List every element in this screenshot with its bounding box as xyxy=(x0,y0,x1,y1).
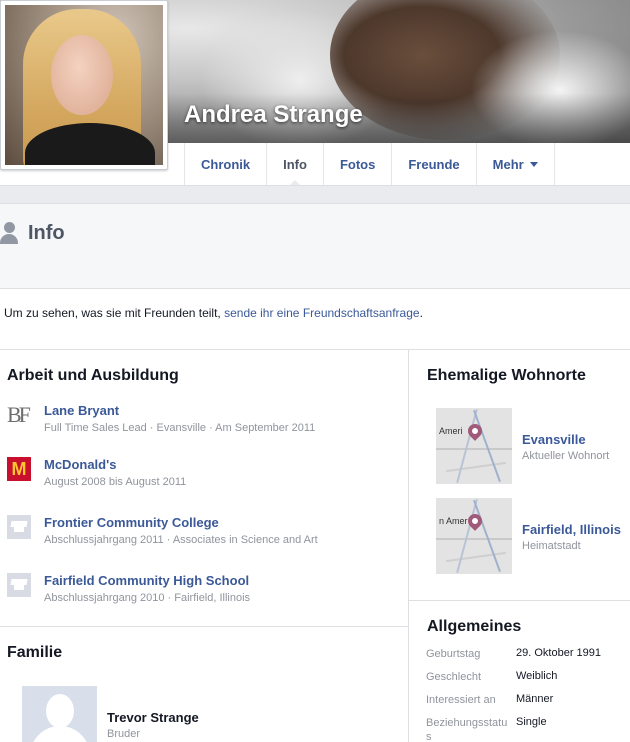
school-details: Abschlussjahrgang 2010 · Fairfield, Illi… xyxy=(44,592,251,604)
school-details: Abschlussjahrgang 2011 · Associates in S… xyxy=(44,534,318,546)
school-icon[interactable] xyxy=(7,515,31,539)
field-value: 29. Oktober 1991 xyxy=(516,647,602,659)
work-details: August 2008 bis August 2011 xyxy=(44,476,187,488)
friend-request-notice: Um zu sehen, was sie mit Freunden teilt,… xyxy=(4,306,423,320)
place-fairfield: n Amer Fairfield, Illinois Heimatstadt xyxy=(436,498,626,574)
tab-freunde[interactable]: Freunde xyxy=(392,143,477,185)
general-title: Allgemeines xyxy=(427,618,522,635)
place-evansville: Ameri Evansville Aktueller Wohnort xyxy=(436,408,626,484)
work-name[interactable]: McDonald's xyxy=(44,457,116,472)
place-type: Aktueller Wohnort xyxy=(522,450,610,462)
map-thumbnail[interactable]: Ameri xyxy=(436,408,512,484)
field-value: Single xyxy=(516,716,547,728)
info-title: Info xyxy=(28,222,65,244)
tab-mehr[interactable]: Mehr xyxy=(477,143,555,185)
school-name[interactable]: Fairfield Community High School xyxy=(44,573,249,588)
caret-down-icon xyxy=(529,161,538,167)
info-header: Info xyxy=(0,185,630,289)
family-member-name[interactable]: Trevor Strange xyxy=(107,710,199,725)
work-details: Full Time Sales Lead · Evansville · Am S… xyxy=(44,422,316,434)
profile-picture[interactable] xyxy=(0,0,168,170)
divider xyxy=(408,600,630,601)
place-name[interactable]: Fairfield, Illinois xyxy=(522,522,621,537)
friend-request-link[interactable]: sende ihr eine Freundschaftsanfrage xyxy=(224,306,419,320)
divider xyxy=(0,349,630,350)
map-thumbnail[interactable]: n Amer xyxy=(436,498,512,574)
field-label: Geschlecht xyxy=(426,671,482,683)
person-icon xyxy=(0,222,18,244)
profile-tabs: Chronik Info Fotos Freunde Mehr xyxy=(184,143,555,186)
school-name[interactable]: Frontier Community College xyxy=(44,515,219,530)
tab-chronik[interactable]: Chronik xyxy=(185,143,268,185)
field-value: Weiblich xyxy=(516,670,558,682)
field-label: Beziehungsstatus xyxy=(426,717,508,742)
work-item-lane-bryant: BF Lane Bryant Full Time Sales Lead · Ev… xyxy=(7,403,397,443)
work-item-mcdonalds: M McDonald's August 2008 bis August 2011 xyxy=(7,457,397,497)
field-value: Männer xyxy=(516,693,554,705)
place-type: Heimatstadt xyxy=(522,540,581,552)
mcdonalds-logo[interactable]: M xyxy=(7,457,31,481)
column-divider xyxy=(408,349,409,742)
place-name[interactable]: Evansville xyxy=(522,432,586,447)
lane-bryant-logo[interactable]: BF xyxy=(7,403,31,427)
field-label: Geburtstag xyxy=(426,648,481,660)
tab-info[interactable]: Info xyxy=(267,143,324,186)
family-member-relation: Bruder xyxy=(107,728,141,740)
education-item-fairfield: Fairfield Community High School Abschlus… xyxy=(7,573,397,613)
profile-name[interactable]: Andrea Strange xyxy=(184,101,363,129)
family-title: Familie xyxy=(7,644,63,661)
education-item-frontier: Frontier Community College Abschlussjahr… xyxy=(7,515,397,555)
field-label: Interessiert an xyxy=(426,694,496,706)
school-icon[interactable] xyxy=(7,573,31,597)
work-name[interactable]: Lane Bryant xyxy=(44,403,119,418)
family-member-photo[interactable] xyxy=(22,686,97,742)
places-title: Ehemalige Wohnorte xyxy=(427,367,586,384)
divider xyxy=(0,626,408,627)
tab-fotos[interactable]: Fotos xyxy=(324,143,393,185)
work-education-title: Arbeit und Ausbildung xyxy=(7,367,179,384)
